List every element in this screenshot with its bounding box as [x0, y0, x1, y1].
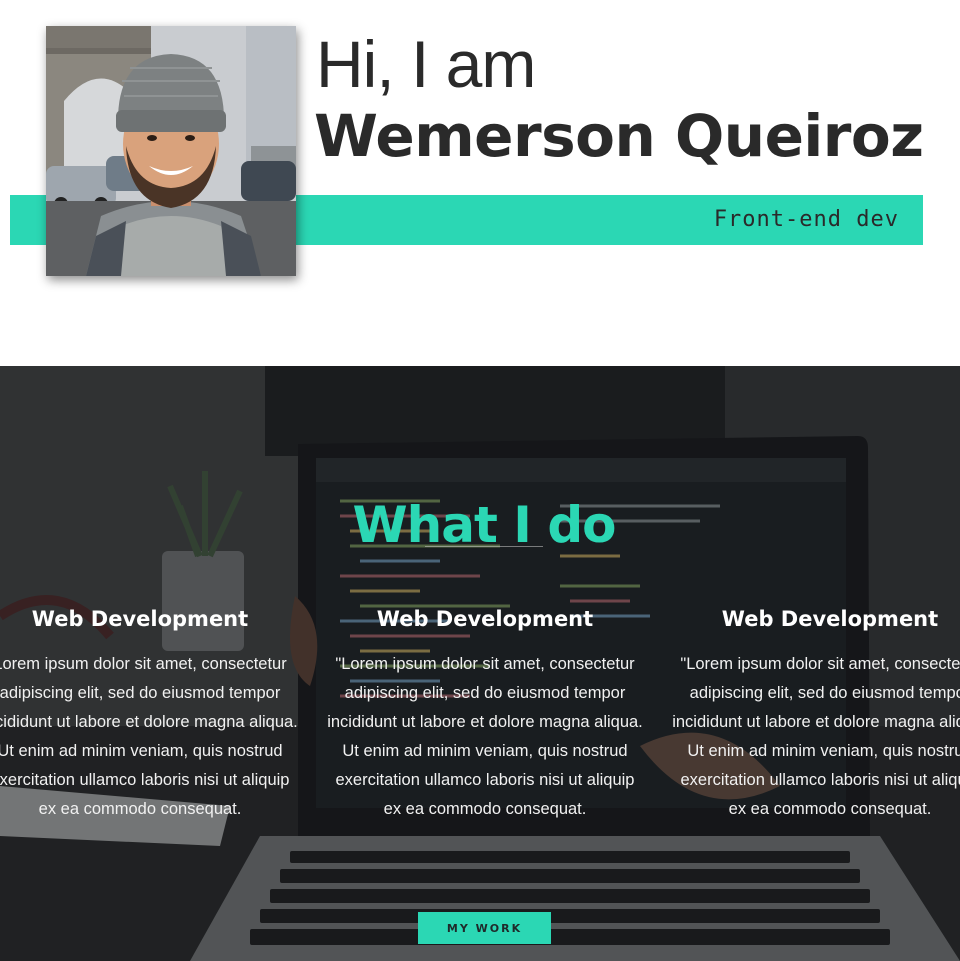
service-card: Web Development "Lorem ipsum dolor sit a…: [325, 604, 645, 824]
section-title: What I do: [352, 495, 617, 554]
service-title: Web Development: [721, 607, 939, 631]
what-i-do-section: What I do Web Development Lorem ipsum do…: [0, 366, 960, 961]
hero-name: Wemerson Queiroz: [314, 102, 924, 170]
hero-section: Front-end dev Hi, I am Wemerson Queiroz: [0, 0, 960, 366]
my-work-button[interactable]: MY WORK: [418, 912, 551, 944]
profile-photo: [46, 26, 296, 276]
greeting-text: Hi, I am: [316, 27, 536, 101]
service-title: Web Development: [376, 607, 594, 631]
service-description: "Lorem ipsum dolor sit amet, consectetur…: [327, 655, 643, 818]
service-card: Web Development Lorem ipsum dolor sit am…: [0, 604, 300, 824]
service-description: Lorem ipsum dolor sit amet, consectetur …: [0, 655, 298, 818]
service-title: Web Development: [31, 607, 249, 631]
title-divider: [425, 546, 543, 547]
service-card: Web Development "Lorem ipsum dolor sit a…: [670, 604, 960, 824]
service-description: "Lorem ipsum dolor sit amet, consectetur…: [672, 655, 960, 818]
portfolio-page: Front-end dev Hi, I am Wemerson Queiroz …: [0, 0, 960, 961]
avatar: [46, 26, 296, 276]
role-label: Front-end dev: [713, 207, 899, 232]
